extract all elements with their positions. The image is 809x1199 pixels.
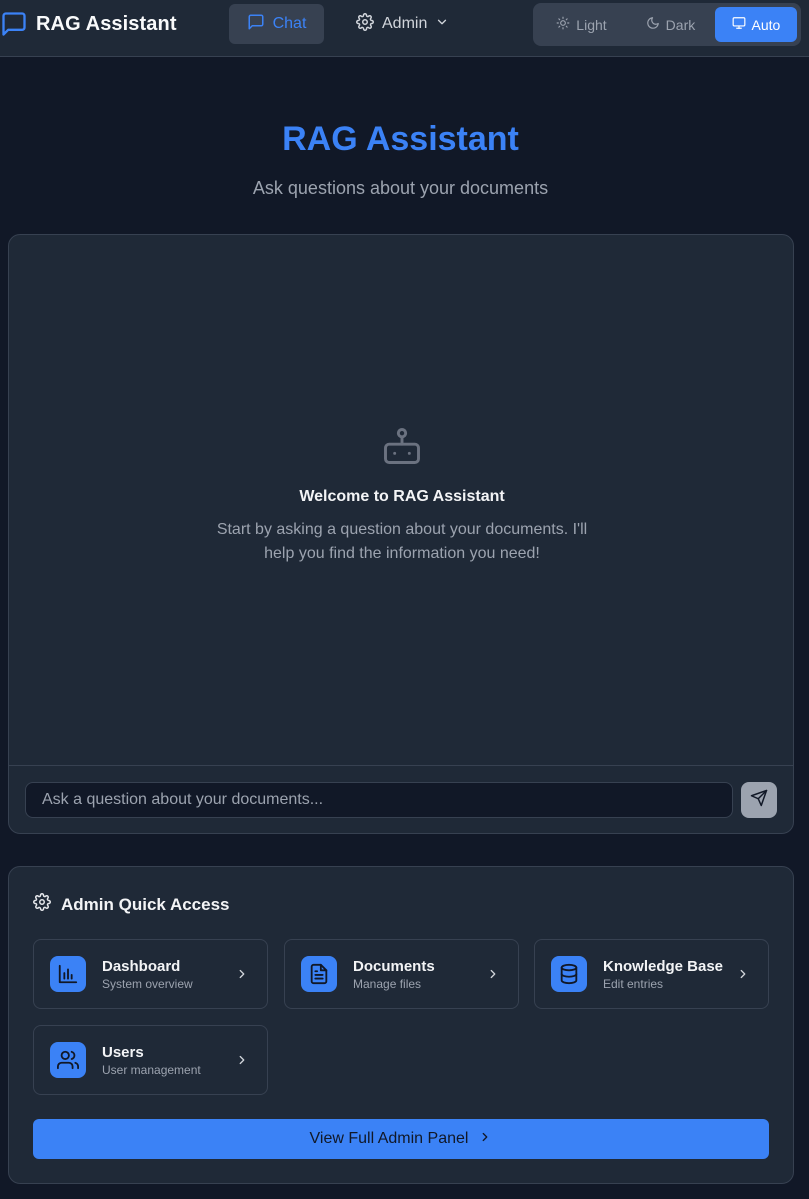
app-title: RAG Assistant — [36, 12, 177, 35]
admin-quick-access-title: Admin Quick Access — [61, 894, 230, 914]
admin-card-subtitle: Manage files — [353, 977, 422, 991]
chat-bubble-icon — [0, 10, 28, 38]
admin-quick-access-panel: Admin Quick Access Dashboard System over… — [8, 866, 794, 1184]
chat-input[interactable] — [25, 782, 733, 818]
theme-auto-label: Auto — [751, 16, 781, 33]
welcome-title: Welcome to RAG Assistant — [299, 488, 505, 505]
chevron-right-icon — [736, 967, 750, 981]
chevron-right-icon — [235, 967, 249, 981]
admin-card-users[interactable]: Users User management — [33, 1025, 268, 1095]
brand[interactable]: RAG Assistant — [0, 0, 177, 48]
admin-card-documents[interactable]: Documents Manage files — [284, 939, 519, 1009]
nav-chat-label: Chat — [272, 15, 307, 32]
admin-card-title: Dashboard — [102, 958, 181, 975]
admin-card-dashboard[interactable]: Dashboard System overview — [33, 939, 268, 1009]
top-navbar: RAG Assistant Chat Admin Light Dark Auto — [0, 0, 809, 57]
admin-card-title: Knowledge Base — [603, 958, 724, 975]
view-full-admin-panel-button[interactable]: View Full Admin Panel — [33, 1119, 769, 1159]
admin-card-knowledge-base[interactable]: Knowledge Base Edit entries — [534, 939, 769, 1009]
welcome-text: Start by asking a question about your do… — [216, 521, 588, 562]
theme-switcher: Light Dark Auto — [533, 3, 801, 46]
nav-admin-dropdown[interactable]: Admin — [345, 4, 463, 44]
monitor-icon — [732, 16, 746, 33]
view-full-admin-panel-label: View Full Admin Panel — [309, 1130, 469, 1147]
theme-auto-button[interactable]: Auto — [714, 7, 797, 42]
gear-icon — [33, 893, 51, 916]
chat-bubble-icon — [247, 13, 265, 36]
theme-dark-label: Dark — [665, 16, 696, 33]
bar-chart-icon — [50, 956, 86, 992]
chevron-down-icon — [435, 15, 449, 34]
send-icon — [750, 789, 768, 812]
theme-light-button[interactable]: Light — [537, 7, 626, 42]
admin-card-subtitle: System overview — [102, 977, 193, 991]
send-button[interactable] — [741, 782, 777, 818]
bot-icon — [380, 424, 424, 468]
chevron-right-icon — [235, 1053, 249, 1067]
theme-dark-button[interactable]: Dark — [626, 7, 715, 42]
chevron-right-icon — [486, 967, 500, 981]
admin-card-title: Documents — [353, 958, 435, 975]
sun-icon — [556, 16, 570, 33]
nav-chat-button[interactable]: Chat — [229, 4, 324, 44]
users-icon — [50, 1042, 86, 1078]
file-text-icon — [301, 956, 337, 992]
gear-icon — [356, 12, 374, 36]
page-title: RAG Assistant — [282, 120, 519, 158]
chat-input-bar — [9, 765, 793, 833]
admin-quick-access-header: Admin Quick Access — [33, 893, 230, 916]
chat-panel: Welcome to RAG Assistant Start by asking… — [8, 234, 794, 834]
admin-card-subtitle: User management — [102, 1063, 201, 1077]
database-icon — [551, 956, 587, 992]
page-subtitle: Ask questions about your documents — [252, 178, 549, 198]
theme-light-label: Light — [576, 16, 607, 33]
admin-card-subtitle: Edit entries — [603, 977, 664, 991]
chevron-right-icon — [478, 1130, 492, 1149]
nav-admin-label: Admin — [382, 15, 428, 32]
moon-icon — [646, 16, 660, 33]
admin-card-title: Users — [102, 1044, 144, 1061]
